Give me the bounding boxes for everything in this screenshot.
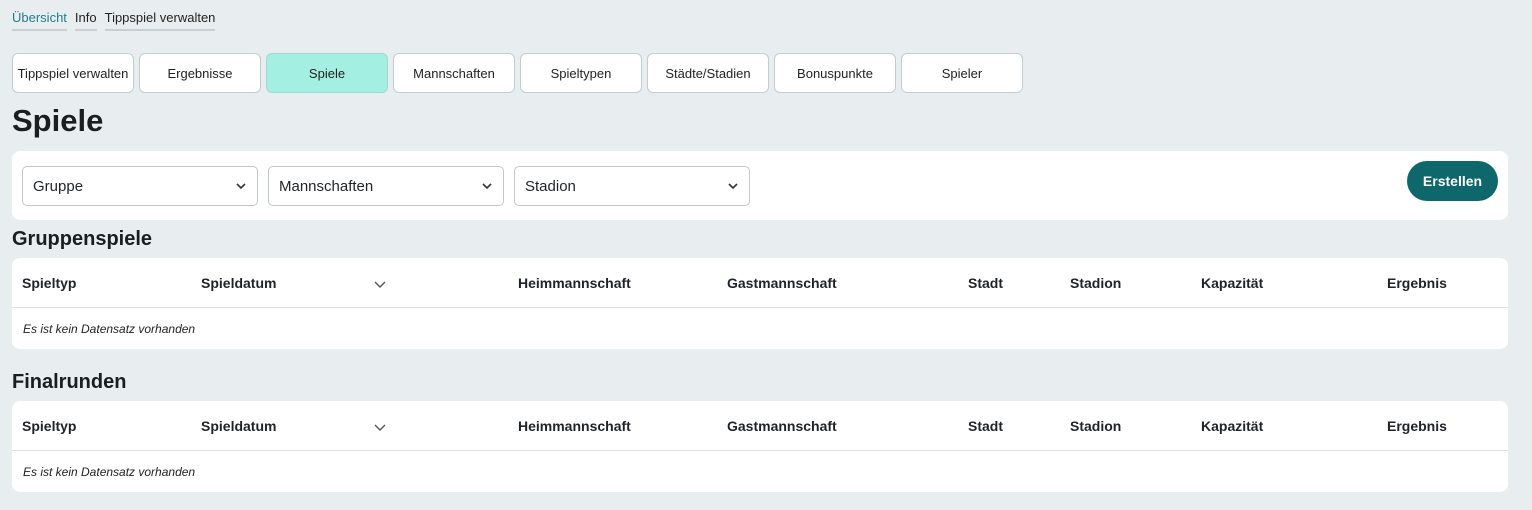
column-header-stadt[interactable]: Stadt bbox=[968, 418, 1003, 434]
table-header: Spieltyp Spieldatum Heimmannschaft Gastm… bbox=[12, 401, 1508, 451]
group-select-value: Gruppe bbox=[33, 177, 84, 195]
column-header-ergebnis[interactable]: Ergebnis bbox=[1387, 418, 1447, 434]
filter-panel: Gruppe Mannschaften Stadion Erstellen bbox=[12, 151, 1508, 220]
breadcrumb: Übersicht Info Tippspiel verwalten bbox=[12, 10, 216, 31]
section-title-finalrunden: Finalrunden bbox=[12, 371, 127, 393]
table-finalrunden: Spieltyp Spieldatum Heimmannschaft Gastm… bbox=[12, 401, 1508, 492]
column-header-heimmannschaft[interactable]: Heimmannschaft bbox=[518, 275, 631, 291]
chevron-down-icon bbox=[236, 183, 246, 190]
tab-tippspiel-verwalten[interactable]: Tippspiel verwalten bbox=[12, 53, 134, 93]
column-header-gastmannschaft[interactable]: Gastmannschaft bbox=[727, 275, 837, 291]
create-button[interactable]: Erstellen bbox=[1407, 161, 1498, 201]
column-header-stadt[interactable]: Stadt bbox=[968, 275, 1003, 291]
breadcrumb-tippspiel-verwalten[interactable]: Tippspiel verwalten bbox=[104, 10, 216, 31]
breadcrumb-info[interactable]: Info bbox=[74, 10, 97, 31]
column-header-gastmannschaft[interactable]: Gastmannschaft bbox=[727, 418, 837, 434]
teams-select[interactable]: Mannschaften bbox=[268, 166, 504, 206]
stadium-select-value: Stadion bbox=[525, 177, 576, 195]
tab-spiele[interactable]: Spiele bbox=[266, 53, 388, 93]
table-header: Spieltyp Spieldatum Heimmannschaft Gastm… bbox=[12, 258, 1508, 308]
column-header-ergebnis[interactable]: Ergebnis bbox=[1387, 275, 1447, 291]
column-header-spieldatum[interactable]: Spieldatum bbox=[201, 418, 276, 434]
teams-select-value: Mannschaften bbox=[279, 177, 374, 195]
stadium-select[interactable]: Stadion bbox=[514, 166, 750, 206]
column-header-stadion[interactable]: Stadion bbox=[1070, 418, 1121, 434]
section-title-gruppenspiele: Gruppenspiele bbox=[12, 228, 153, 250]
column-header-stadion[interactable]: Stadion bbox=[1070, 275, 1121, 291]
column-header-spieldatum[interactable]: Spieldatum bbox=[201, 275, 276, 291]
page-title: Spiele bbox=[12, 103, 104, 138]
column-header-kapazitaet[interactable]: Kapazität bbox=[1201, 418, 1263, 434]
empty-message: Es ist kein Datensatz vorhanden bbox=[23, 465, 196, 479]
tab-spieler[interactable]: Spieler bbox=[901, 53, 1023, 93]
group-select[interactable]: Gruppe bbox=[22, 166, 258, 206]
tab-ergebnisse[interactable]: Ergebnisse bbox=[139, 53, 261, 93]
empty-message: Es ist kein Datensatz vorhanden bbox=[23, 322, 196, 336]
chevron-down-icon[interactable] bbox=[373, 277, 387, 291]
column-header-spieltyp[interactable]: Spieltyp bbox=[22, 418, 76, 434]
chevron-down-icon bbox=[482, 183, 492, 190]
tab-bonuspunkte[interactable]: Bonuspunkte bbox=[774, 53, 896, 93]
table-gruppenspiele: Spieltyp Spieldatum Heimmannschaft Gastm… bbox=[12, 258, 1508, 349]
tab-bar: Tippspiel verwalten Ergebnisse Spiele Ma… bbox=[12, 53, 1023, 93]
column-header-spieltyp[interactable]: Spieltyp bbox=[22, 275, 76, 291]
chevron-down-icon[interactable] bbox=[373, 420, 387, 434]
tab-mannschaften[interactable]: Mannschaften bbox=[393, 53, 515, 93]
chevron-down-icon bbox=[728, 183, 738, 190]
column-header-heimmannschaft[interactable]: Heimmannschaft bbox=[518, 418, 631, 434]
breadcrumb-uebersicht[interactable]: Übersicht bbox=[12, 10, 67, 31]
tab-spieltypen[interactable]: Spieltypen bbox=[520, 53, 642, 93]
tab-staedte-stadien[interactable]: Städte/Stadien bbox=[647, 53, 769, 93]
column-header-kapazitaet[interactable]: Kapazität bbox=[1201, 275, 1263, 291]
